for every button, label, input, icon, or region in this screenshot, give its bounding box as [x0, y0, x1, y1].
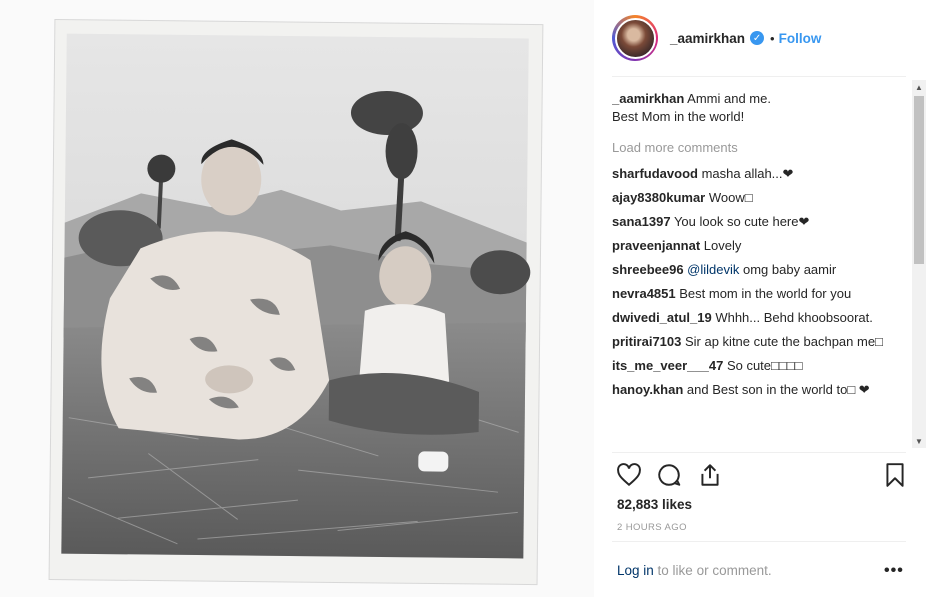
post-photo-area: [0, 0, 594, 597]
share-icon[interactable]: [697, 462, 723, 488]
comment-username[interactable]: hanoy.khan: [612, 382, 683, 397]
comment-item: pritirai7103 Sir ap kitne cute the bachp…: [612, 333, 902, 351]
comment-item: ajay8380kumar Woow□: [612, 189, 902, 207]
comment-icon[interactable]: [656, 462, 682, 488]
load-more-comments-button[interactable]: Load more comments: [612, 140, 902, 155]
likes-count[interactable]: 82,883 likes: [617, 497, 692, 512]
comment-username[interactable]: nevra4851: [612, 286, 676, 301]
comment-text: Best mom in the world for you: [675, 286, 852, 301]
more-options-button[interactable]: •••: [884, 562, 904, 580]
comment-mention[interactable]: @lildevik: [684, 262, 739, 277]
comment-username[interactable]: shreebee96: [612, 262, 684, 277]
comments-list: _aamirkhan Ammi and me. Best Mom in the …: [612, 86, 902, 452]
verified-badge-icon: ✓: [750, 31, 765, 45]
comment-item: hanoy.khan and Best son in the world to□…: [612, 381, 902, 399]
scroll-down-icon[interactable]: ▼: [912, 434, 926, 448]
separator-dot: •: [770, 30, 775, 46]
comment-username[interactable]: dwivedi_atul_19: [612, 310, 712, 325]
comment-text: masha allah...❤: [697, 166, 794, 181]
header-divider: [612, 76, 906, 77]
avatar[interactable]: [614, 17, 656, 59]
comment-item: shreebee96 @lildevik omg baby aamir: [612, 261, 902, 279]
scroll-up-icon[interactable]: ▲: [912, 80, 926, 94]
post-dialog: _aamirkhan ✓ • Follow _aamirkhan Ammi an…: [0, 0, 926, 597]
comment-text: and Best son in the world to□ ❤: [683, 382, 870, 397]
comment-username[interactable]: praveenjannat: [612, 238, 700, 253]
login-divider: [612, 541, 906, 542]
comment-username[interactable]: sharfudavood: [612, 166, 698, 181]
scroll-thumb[interactable]: [914, 96, 924, 264]
caption-line1: Ammi and me.: [687, 91, 771, 106]
post-timestamp[interactable]: 2 HOURS AGO: [617, 522, 687, 533]
comment-text: So cute□□□□: [723, 358, 803, 373]
heart-icon[interactable]: [616, 462, 642, 488]
post-header: _aamirkhan ✓ • Follow: [594, 0, 926, 76]
comment-item: sharfudavood masha allah...❤: [612, 165, 902, 183]
comment-text: omg baby aamir: [739, 262, 837, 277]
caption-username[interactable]: _aamirkhan: [612, 91, 684, 106]
caption-line2: Best Mom in the world!: [612, 109, 745, 124]
login-link[interactable]: Log in: [617, 563, 654, 578]
comment-item: praveenjannat Lovely: [612, 237, 902, 255]
action-bar: [616, 462, 908, 492]
actions-divider: [612, 452, 906, 453]
comment-item: its_me_veer___47 So cute□□□□: [612, 357, 902, 375]
story-ring[interactable]: [612, 15, 658, 61]
header-username[interactable]: _aamirkhan: [670, 31, 745, 46]
comment-text: Lovely: [700, 238, 742, 253]
comment-username[interactable]: its_me_veer___47: [612, 358, 723, 373]
comment-text: Whhh... Behd khoobsoorat.: [711, 310, 873, 325]
comment-username[interactable]: ajay8380kumar: [612, 190, 705, 205]
comment-text: Woow□: [705, 190, 753, 205]
comment-text: You look so cute here❤: [670, 214, 810, 229]
vintage-photo[interactable]: [0, 0, 594, 597]
follow-button[interactable]: Follow: [779, 31, 822, 46]
comments-scrollbar[interactable]: ▲ ▼: [912, 80, 926, 448]
comment-text: Sir ap kitne cute the bachpan me□: [681, 334, 883, 349]
comment-username[interactable]: pritirai7103: [612, 334, 681, 349]
post-caption: _aamirkhan Ammi and me. Best Mom in the …: [612, 90, 902, 126]
comment-item: sana1397 You look so cute here❤: [612, 213, 902, 231]
bookmark-icon[interactable]: [882, 462, 908, 488]
comment-item: dwivedi_atul_19 Whhh... Behd khoobsoorat…: [612, 309, 902, 327]
login-prompt: Log in to like or comment.: [617, 563, 772, 578]
comment-item: nevra4851 Best mom in the world for you: [612, 285, 902, 303]
login-prompt-text: to like or comment.: [653, 563, 772, 578]
comment-username[interactable]: sana1397: [612, 214, 671, 229]
